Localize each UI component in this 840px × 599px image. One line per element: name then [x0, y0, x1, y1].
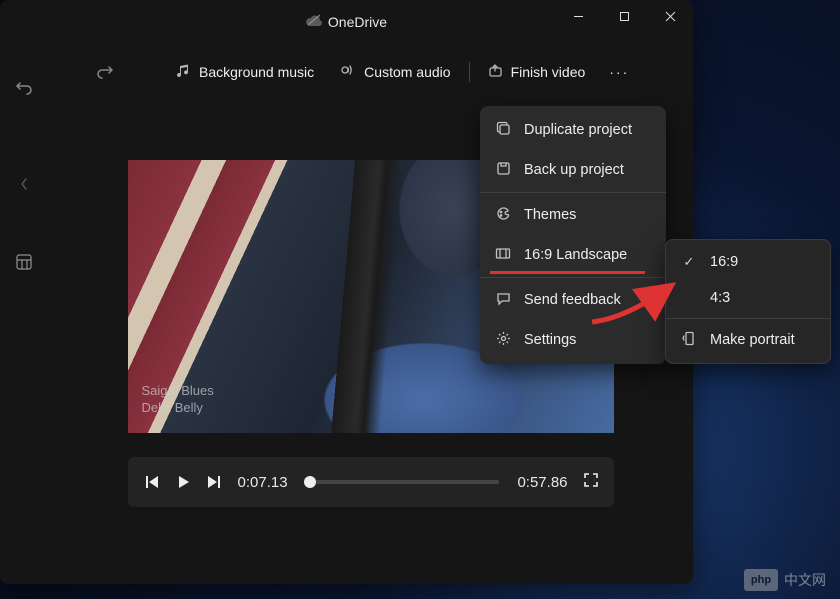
menu-themes[interactable]: Themes	[480, 195, 666, 235]
menu-settings-label: Settings	[524, 332, 576, 348]
audio-caption: Saigal Blues Delhi Belly	[142, 382, 214, 417]
window-title: OneDrive	[328, 14, 387, 30]
brand-logo: php	[744, 569, 778, 591]
menu-aspect-label: 16:9 Landscape	[524, 247, 627, 263]
aspect-4-3-label: 4:3	[710, 290, 730, 306]
caption-line1: Saigal Blues	[142, 382, 214, 400]
themes-icon	[494, 206, 512, 224]
aspect-option-16-9[interactable]: ✓ 16:9	[666, 244, 830, 280]
playback-controls: 0:07.13 0:57.86	[128, 457, 614, 507]
close-button[interactable]	[647, 0, 693, 32]
menu-duplicate-project[interactable]: Duplicate project	[480, 110, 666, 150]
menu-separator	[480, 192, 666, 193]
portrait-icon	[680, 331, 698, 349]
more-button[interactable]: ···	[599, 58, 639, 86]
backup-icon	[494, 161, 512, 179]
music-icon	[176, 63, 191, 81]
cloud-off-icon	[306, 14, 322, 29]
feedback-icon	[494, 291, 512, 309]
fullscreen-button[interactable]	[582, 471, 600, 494]
menu-send-feedback[interactable]: Send feedback	[480, 280, 666, 320]
minimize-button[interactable]	[555, 0, 601, 32]
next-frame-button[interactable]	[206, 473, 224, 491]
window-controls	[555, 0, 693, 32]
more-menu: Duplicate project Back up project Themes…	[480, 106, 666, 364]
duration: 0:57.86	[517, 474, 567, 491]
make-portrait-option[interactable]: Make portrait	[666, 321, 830, 359]
maximize-button[interactable]	[601, 0, 647, 32]
current-time: 0:07.13	[238, 474, 288, 491]
check-icon: ✓	[680, 254, 698, 270]
background-music-label: Background music	[199, 64, 314, 80]
back-button[interactable]	[6, 166, 42, 202]
sidebar	[0, 44, 48, 584]
finish-video-label: Finish video	[511, 64, 586, 80]
custom-audio-label: Custom audio	[364, 64, 450, 80]
menu-feedback-label: Send feedback	[524, 292, 621, 308]
annotation-underline	[490, 271, 645, 274]
make-portrait-label: Make portrait	[710, 332, 795, 348]
menu-backup-label: Back up project	[524, 162, 624, 178]
prev-frame-button[interactable]	[142, 473, 160, 491]
seek-thumb[interactable]	[304, 476, 316, 488]
site-watermark: php 中文网	[744, 569, 826, 591]
duplicate-icon	[494, 121, 512, 139]
aspect-icon	[494, 246, 512, 264]
play-button[interactable]	[174, 473, 192, 491]
menu-backup-project[interactable]: Back up project	[480, 150, 666, 190]
menu-aspect-ratio[interactable]: 16:9 Landscape	[480, 235, 666, 275]
brand-text: 中文网	[784, 570, 826, 590]
undo-button[interactable]	[6, 70, 42, 106]
redo-button[interactable]	[96, 63, 114, 81]
export-icon	[488, 63, 503, 81]
titlebar: OneDrive	[0, 0, 693, 44]
menu-separator	[480, 277, 666, 278]
menu-settings[interactable]: Settings	[480, 320, 666, 360]
menu-themes-label: Themes	[524, 207, 576, 223]
custom-audio-button[interactable]: Custom audio	[328, 57, 462, 87]
aspect-16-9-label: 16:9	[710, 254, 738, 270]
settings-icon	[494, 331, 512, 349]
menu-separator	[666, 318, 830, 319]
caption-line2: Delhi Belly	[142, 399, 214, 417]
aspect-submenu: ✓ 16:9 4:3 Make portrait	[665, 239, 831, 364]
background-music-button[interactable]: Background music	[164, 57, 326, 87]
menu-duplicate-label: Duplicate project	[524, 122, 632, 138]
finish-video-button[interactable]: Finish video	[476, 57, 598, 87]
toolbar-divider	[469, 62, 470, 82]
seek-bar[interactable]	[306, 480, 500, 484]
toolbar: Background music Custom audio Finish vid…	[48, 44, 693, 100]
audio-icon	[340, 63, 356, 81]
aspect-option-4-3[interactable]: 4:3	[666, 280, 830, 316]
library-button[interactable]	[6, 244, 42, 280]
